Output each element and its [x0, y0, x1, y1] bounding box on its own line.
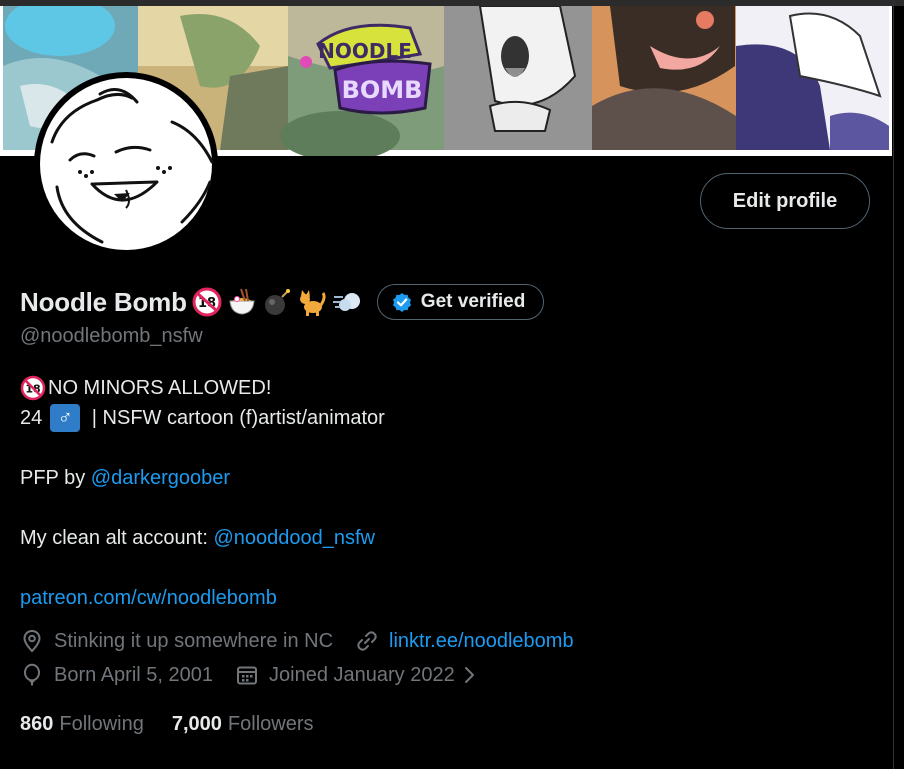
chevron-right-icon — [461, 663, 479, 687]
profile-name-row: Noodle Bomb 18 Get verified — [20, 282, 545, 322]
name-emojis: 18 — [191, 286, 363, 318]
bio-line-no-minors: 18 NO MINORS ALLOWED! — [20, 373, 880, 403]
banner-panel-3: NOODLE BOMB — [280, 6, 444, 156]
banner-panel-4 — [444, 6, 592, 150]
location-text: Stinking it up somewhere in NC — [54, 629, 334, 652]
cat-icon — [296, 286, 328, 318]
profile-meta-row-1: Stinking it up somewhere in NC linktr.ee… — [20, 629, 880, 653]
bio-no-minors-text: NO MINORS ALLOWED! — [48, 377, 272, 399]
avatar[interactable] — [22, 72, 232, 256]
edit-profile-button[interactable]: Edit profile — [700, 173, 870, 229]
follow-stats: 860 Following 7,000 Followers — [20, 713, 342, 736]
profile-meta-row-2: Born April 5, 2001 Joined January 2022 — [20, 663, 880, 687]
male-sign-icon: ♂ — [50, 404, 81, 432]
followers-label: Followers — [227, 713, 314, 735]
no-under-18-icon: 18 — [191, 286, 223, 318]
balloon-icon — [20, 663, 44, 687]
website-link[interactable]: linktr.ee/noodlebomb — [389, 630, 574, 653]
no-under-18-icon: 18 — [20, 375, 46, 401]
birthday-item: Born April 5, 2001 — [20, 663, 213, 687]
banner-panel-5 — [592, 6, 736, 150]
joined-text: Joined January 2022 — [269, 663, 455, 686]
banner-panel-6 — [736, 6, 889, 151]
column-divider — [893, 0, 894, 769]
banner-logo-line1: NOODLE — [318, 39, 412, 63]
banner-logo-line2: BOMB — [342, 76, 423, 104]
display-name: Noodle Bomb — [20, 286, 187, 317]
following-label: Following — [59, 713, 144, 735]
location-pin-icon — [20, 629, 44, 653]
bomb-icon — [261, 286, 293, 318]
bio-alt-prefix: My clean alt account: — [20, 527, 214, 549]
joined-item[interactable]: Joined January 2022 — [235, 663, 479, 687]
dash-icon — [331, 286, 363, 318]
website-item: linktr.ee/noodlebomb — [355, 629, 574, 653]
bio-line-description: 24 ♂ | NSFW cartoon (f)artist/animator — [20, 403, 880, 433]
get-verified-button[interactable]: Get verified — [376, 284, 545, 320]
location-item: Stinking it up somewhere in NC — [20, 629, 333, 653]
following-link[interactable]: 860 Following — [20, 713, 144, 736]
profile-handle: @noodlebomb_nsfw — [20, 325, 203, 347]
bio-line-patreon: patreon.com/cw/noodlebomb — [20, 583, 880, 613]
followers-count: 7,000 — [171, 713, 222, 735]
bio-line-alt-account: My clean alt account: @nooddood_nsfw — [20, 523, 880, 553]
birthday-text: Born April 5, 2001 — [54, 663, 213, 686]
patreon-link[interactable]: patreon.com/cw/noodlebomb — [20, 583, 277, 613]
verified-badge-icon — [392, 292, 412, 312]
pfp-credit-link[interactable]: @darkergoober — [91, 463, 230, 493]
followers-link[interactable]: 7,000 Followers — [172, 713, 314, 736]
link-icon — [355, 629, 379, 653]
get-verified-label: Get verified — [420, 291, 526, 312]
bio-line-pfp-credit: PFP by @darkergoober — [20, 463, 880, 493]
calendar-icon — [235, 663, 259, 687]
following-count: 860 — [20, 713, 54, 735]
bio-pfp-prefix: PFP by — [20, 467, 91, 489]
ramen-icon — [226, 286, 258, 318]
bio-description: | NSFW cartoon (f)artist/animator — [86, 407, 385, 429]
alt-account-link[interactable]: @nooddood_nsfw — [213, 523, 375, 553]
profile-bio: 18 NO MINORS ALLOWED! 24 ♂ | NSFW cartoo… — [20, 373, 880, 613]
bio-age: 24 — [20, 407, 43, 429]
